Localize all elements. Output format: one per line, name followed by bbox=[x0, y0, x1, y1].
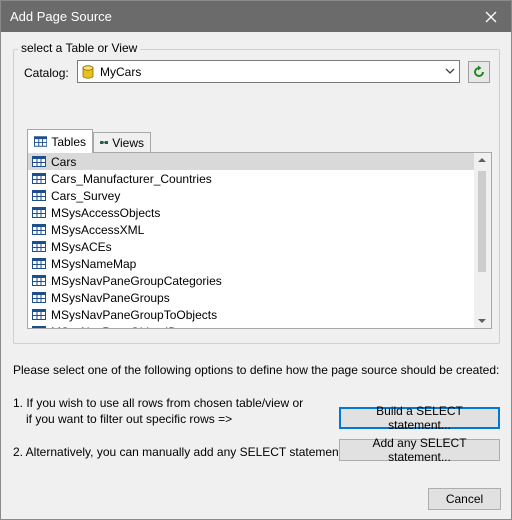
table-row[interactable]: Cars bbox=[28, 153, 474, 170]
table-row[interactable]: MSysNavPaneObjectIDs bbox=[28, 323, 474, 328]
tab-tables-label: Tables bbox=[51, 134, 86, 149]
table-row-label: MSysNavPaneGroups bbox=[51, 290, 170, 305]
chevron-down-icon bbox=[445, 68, 455, 74]
option2-text: 2. Alternatively, you can manually add a… bbox=[13, 445, 360, 459]
table-row[interactable]: Cars_Manufacturer_Countries bbox=[28, 170, 474, 187]
tab-tables[interactable]: Tables bbox=[27, 129, 93, 153]
build-select-button[interactable]: Build a SELECT statement... bbox=[339, 404, 500, 432]
table-row[interactable]: MSysACEs bbox=[28, 238, 474, 255]
table-row-label: MSysAccessXML bbox=[51, 222, 145, 237]
table-row-label: Cars_Manufacturer_Countries bbox=[51, 171, 212, 186]
cancel-button[interactable]: Cancel bbox=[428, 488, 501, 510]
close-icon bbox=[485, 11, 497, 22]
table-icon bbox=[32, 173, 46, 184]
close-button[interactable] bbox=[471, 1, 511, 32]
group-legend: select a Table or View bbox=[18, 41, 141, 55]
refresh-icon bbox=[474, 65, 484, 77]
table-icon bbox=[32, 258, 46, 269]
scroll-up-icon[interactable] bbox=[478, 157, 486, 163]
add-page-source-dialog: Add Page Source select a Table or View C… bbox=[0, 0, 512, 520]
table-row[interactable]: MSysNavPaneGroups bbox=[28, 289, 474, 306]
option1-text-line2: if you want to filter out specific rows … bbox=[26, 412, 233, 426]
table-row[interactable]: MSysAccessObjects bbox=[28, 204, 474, 221]
scrollbar-thumb[interactable] bbox=[478, 171, 486, 272]
table-icon bbox=[32, 326, 46, 328]
tab-views[interactable]: Views bbox=[93, 132, 151, 152]
tables-list-items: Cars Cars_Manufacturer_Countries Cars_Surv… bbox=[28, 153, 474, 328]
tab-views-label: Views bbox=[112, 135, 144, 150]
option1-text-line1: 1. If you wish to use all rows from chos… bbox=[13, 396, 304, 410]
refresh-catalog-button[interactable] bbox=[468, 61, 490, 83]
table-row[interactable]: MSysNameMap bbox=[28, 255, 474, 272]
dialog-title: Add Page Source bbox=[10, 9, 112, 24]
table-row-label: MSysNameMap bbox=[51, 256, 137, 271]
scroll-down-icon[interactable] bbox=[478, 318, 486, 324]
instruction-text: Please select one of the following optio… bbox=[13, 363, 500, 377]
catalog-dropdown[interactable]: MyCars bbox=[77, 60, 460, 83]
table-row-label: MSysACEs bbox=[51, 239, 112, 254]
table-icon bbox=[32, 275, 46, 286]
table-row-label: MSysAccessObjects bbox=[51, 205, 161, 220]
table-icon bbox=[32, 190, 46, 201]
vertical-scrollbar[interactable] bbox=[474, 153, 491, 328]
catalog-value: MyCars bbox=[100, 65, 142, 79]
table-row[interactable]: MSysAccessXML bbox=[28, 221, 474, 238]
table-icon bbox=[32, 292, 46, 303]
table-icon bbox=[34, 136, 48, 147]
table-icon bbox=[32, 207, 46, 218]
table-icon bbox=[32, 309, 46, 320]
title-bar: Add Page Source bbox=[1, 1, 511, 32]
table-row-label: Cars_Survey bbox=[51, 188, 121, 203]
table-row-label: MSysNavPaneGroupCategories bbox=[51, 273, 222, 288]
catalog-label: Catalog: bbox=[24, 66, 69, 80]
glasses-icon bbox=[100, 140, 109, 145]
add-select-button[interactable]: Add any SELECT statement... bbox=[339, 436, 500, 464]
table-icon bbox=[32, 224, 46, 235]
table-row-label: MSysNavPaneGroupToObjects bbox=[51, 307, 218, 322]
table-row-label: Cars bbox=[51, 154, 77, 169]
table-row[interactable]: MSysNavPaneGroupToObjects bbox=[28, 306, 474, 323]
table-row[interactable]: MSysNavPaneGroupCategories bbox=[28, 272, 474, 289]
database-icon bbox=[82, 65, 94, 79]
table-icon bbox=[32, 241, 46, 252]
table-row[interactable]: Cars_Survey bbox=[28, 187, 474, 204]
table-icon bbox=[32, 156, 46, 167]
table-row-label: MSysNavPaneObjectIDs bbox=[51, 325, 183, 329]
tables-list[interactable]: Cars Cars_Manufacturer_Countries Cars_Surv… bbox=[27, 152, 492, 329]
